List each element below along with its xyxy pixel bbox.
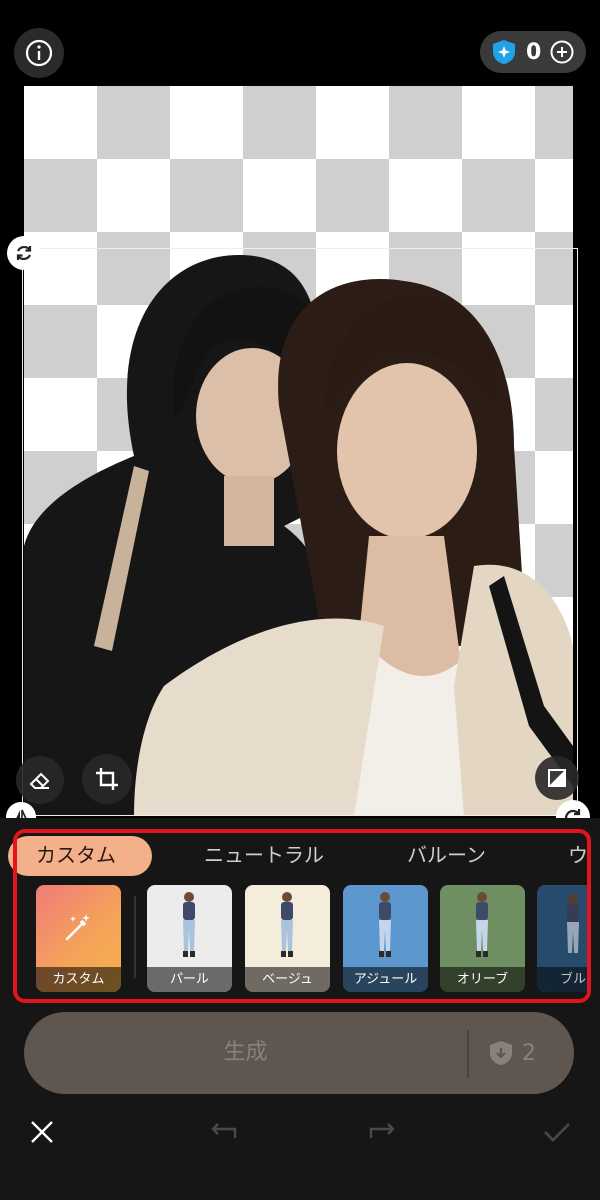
redo-button[interactable] [362, 1112, 402, 1152]
info-icon [25, 39, 53, 67]
crop-button[interactable] [82, 754, 132, 804]
plus-icon[interactable] [549, 39, 575, 65]
credit-count: 0 [526, 39, 542, 65]
subject-photo [24, 255, 573, 816]
credits-pill[interactable]: 0 [480, 31, 586, 73]
crop-icon [96, 768, 118, 790]
check-icon [544, 1123, 570, 1142]
generate-label: 生成 [223, 1040, 268, 1065]
close-button[interactable] [22, 1112, 62, 1152]
divider [467, 1030, 469, 1078]
layer-button[interactable] [535, 756, 579, 800]
highlight-annotation [13, 829, 591, 1003]
generate-button[interactable]: 生成 2 [24, 1012, 574, 1094]
generate-cost: 2 [486, 1012, 536, 1094]
cost-count: 2 [522, 1040, 536, 1066]
undo-icon [211, 1123, 237, 1138]
info-button[interactable] [14, 28, 64, 78]
redo-icon [369, 1123, 395, 1138]
sparkle-shield-icon [493, 40, 515, 64]
confirm-button[interactable] [537, 1112, 577, 1152]
rotate-handle[interactable] [7, 236, 41, 270]
rotate-icon [16, 245, 32, 261]
eraser-icon [29, 772, 50, 789]
layer-icon [548, 769, 566, 787]
shield-download-icon [490, 1041, 512, 1065]
eraser-button[interactable] [16, 756, 64, 804]
undo-button[interactable] [204, 1112, 244, 1152]
editor-canvas[interactable] [24, 86, 573, 816]
close-icon [31, 1121, 53, 1143]
